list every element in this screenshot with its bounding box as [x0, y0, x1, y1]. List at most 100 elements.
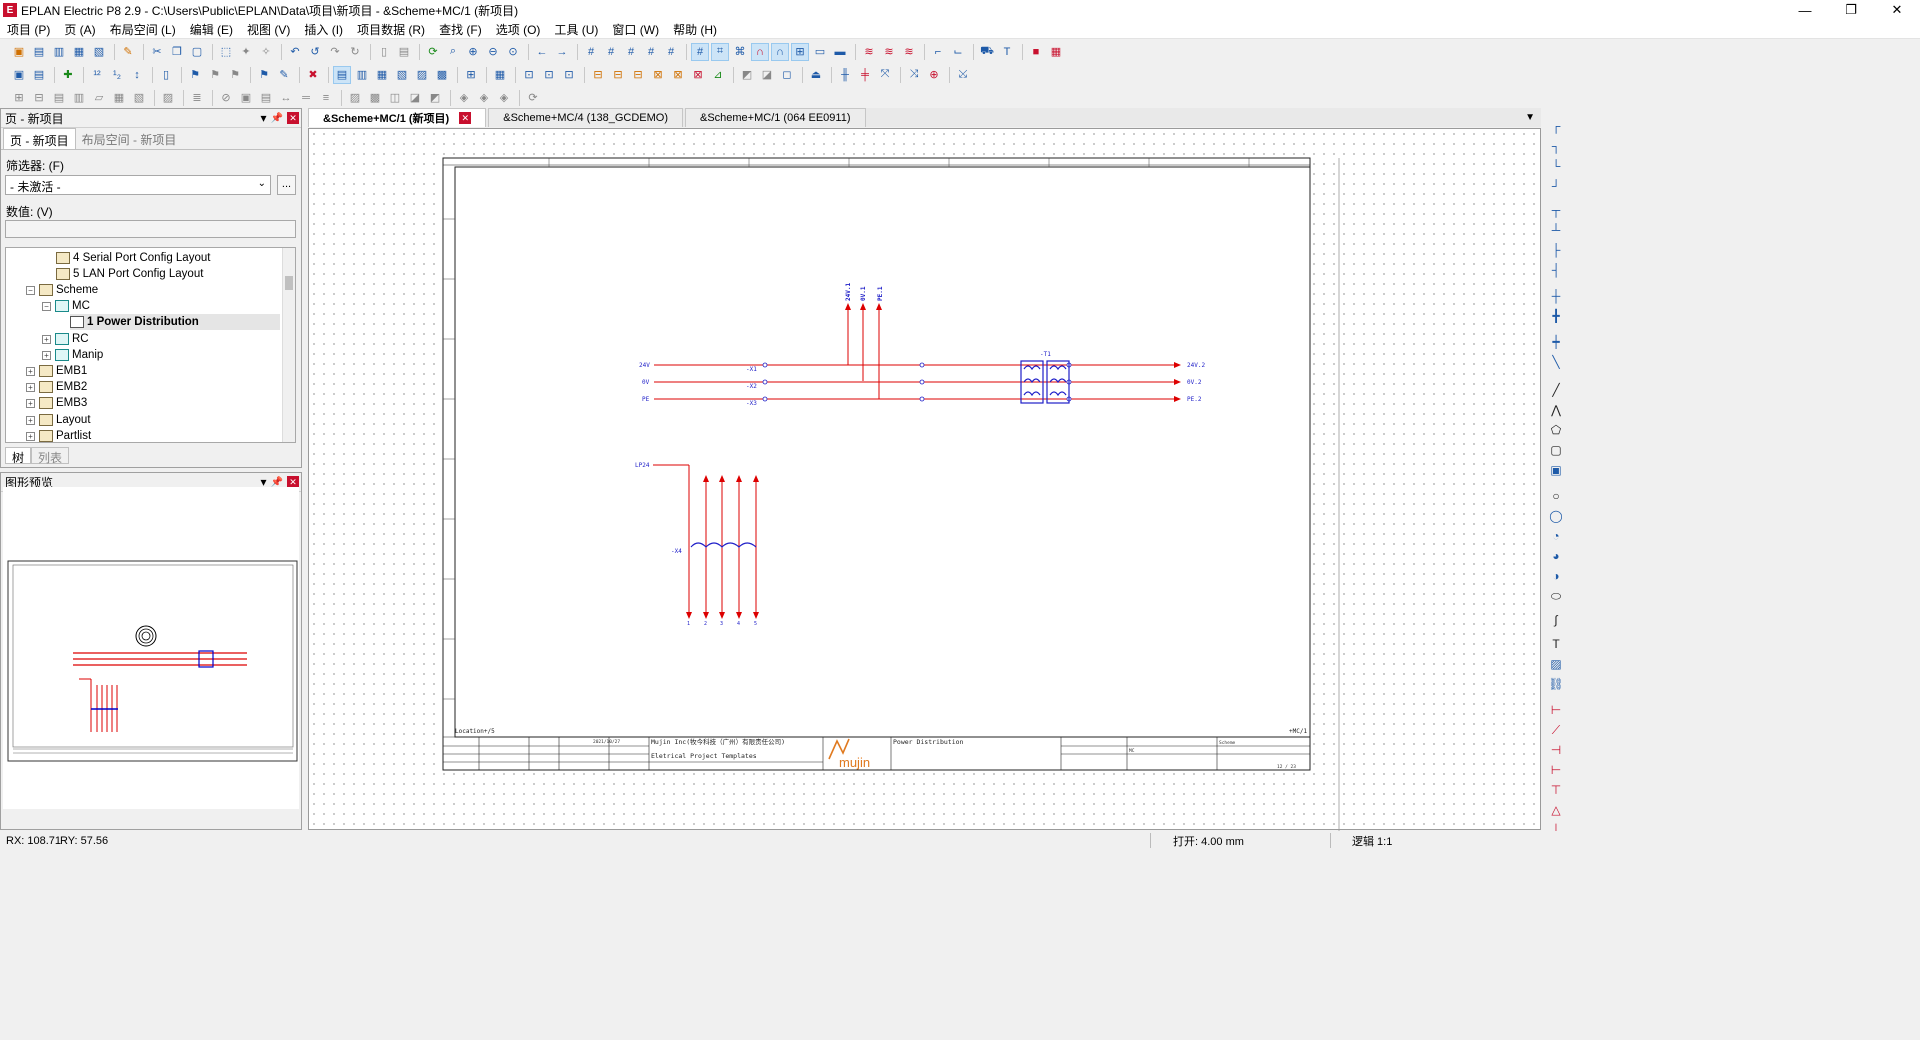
menu-project-data[interactable]: 项目数据 (R) — [350, 21, 432, 38]
doc-tab-active[interactable]: &Scheme+MC/1 (新项目) ✕ — [308, 108, 487, 127]
design-c-icon[interactable]: ◻ — [778, 66, 796, 84]
zoom-out-icon[interactable]: ⊖ — [484, 43, 502, 61]
angle-tl-icon[interactable]: ┌ — [1548, 118, 1564, 134]
dimension-c-icon[interactable]: ⊣ — [1548, 742, 1564, 758]
graphic-b-icon[interactable]: ▬ — [831, 43, 849, 61]
collapse-icon[interactable]: − — [42, 301, 51, 311]
device-b-icon[interactable]: ⊡ — [540, 66, 558, 84]
refresh-icon[interactable]: ⟳ — [424, 43, 442, 61]
design-a-icon[interactable]: ◩ — [738, 66, 756, 84]
t-node-a-icon[interactable]: ┬ — [1548, 202, 1564, 218]
spline-icon[interactable]: ∫ — [1548, 612, 1564, 628]
magnet-icon[interactable]: ∩ — [751, 42, 769, 61]
wire-c-icon[interactable]: ≋ — [900, 43, 918, 61]
polygon-icon[interactable]: ⬠ — [1548, 422, 1564, 438]
flag-d-icon[interactable]: ⚑ — [255, 66, 273, 84]
paste-icon[interactable]: ▢ — [188, 43, 206, 61]
circle-b-icon[interactable]: ◯ — [1548, 508, 1564, 524]
graphic-tool-n-icon[interactable]: ═ — [297, 89, 315, 107]
cross-node-b-icon[interactable]: ╋ — [1548, 308, 1564, 324]
arc-b-icon[interactable]: ◕ — [1548, 548, 1564, 564]
plug-a-icon[interactable]: ⊠ — [649, 66, 667, 84]
schematic-canvas[interactable]: 24V.1 0V.1 PE.1 24V 0V PE -X1 -X2 -X3 -T… — [308, 128, 1541, 831]
device-c-icon[interactable]: ⊡ — [560, 66, 578, 84]
terminal-b-icon[interactable]: ⊟ — [609, 66, 627, 84]
settings-wrench-icon[interactable]: ✎ — [119, 43, 137, 61]
graphic-tool-l-icon[interactable]: ▤ — [257, 89, 275, 107]
graphic-tool-h-icon[interactable]: ▨ — [159, 89, 177, 107]
graphic-a-icon[interactable]: ▭ — [811, 43, 829, 61]
graphic-tool-p-icon[interactable]: ▨ — [346, 89, 364, 107]
tree-item[interactable]: 4 Serial Port Config Layout — [56, 250, 210, 266]
zoom-fit-icon[interactable]: ⊙ — [504, 43, 522, 61]
graphic-tool-i-icon[interactable]: ≣ — [188, 89, 206, 107]
filter-select[interactable]: - 未激活 - ⌄ — [5, 175, 271, 195]
redo-icon[interactable]: ↷ — [326, 43, 344, 61]
cable-icon[interactable]: ⏏ — [807, 66, 825, 84]
graphic-tool-t-icon[interactable]: ◩ — [426, 89, 444, 107]
tab-pages[interactable]: 页 - 新项目 — [3, 128, 76, 149]
design-b-icon[interactable]: ◪ — [758, 66, 776, 84]
macro-a-icon[interactable]: ▣ — [10, 66, 28, 84]
zoom-window-icon[interactable]: ⌕ — [444, 43, 462, 61]
connection-d-icon[interactable]: ⤨ — [905, 66, 923, 84]
tab-list[interactable]: 列表 — [31, 447, 70, 465]
table-icon[interactable]: ▤ — [395, 43, 413, 61]
page-new-icon[interactable]: ▥ — [353, 66, 371, 84]
hyperlink-icon[interactable]: ⛓ — [1548, 676, 1564, 692]
delete-flag-icon[interactable]: ✖ — [304, 66, 322, 84]
flag-c-icon[interactable]: ⚑ — [226, 66, 244, 84]
dimension-f-icon[interactable]: △ — [1548, 802, 1564, 818]
page-export-icon[interactable]: ▩ — [433, 66, 451, 84]
graphic-tool-u-icon[interactable]: ◈ — [455, 89, 473, 107]
tab-tree[interactable]: 树 — [5, 447, 32, 465]
numbering-b-icon[interactable]: ¹₂ — [108, 66, 126, 84]
tree-item[interactable]: + EMB1 — [26, 363, 87, 379]
tree-item[interactable]: + Partlist — [26, 428, 91, 442]
tree-item[interactable]: + EMB2 — [26, 379, 87, 395]
text-icon[interactable]: T — [1548, 636, 1564, 652]
tree-item[interactable]: 5 LAN Port Config Layout — [56, 266, 203, 282]
flag-a-icon[interactable]: ⚑ — [186, 66, 204, 84]
graphic-tool-v-icon[interactable]: ◈ — [475, 89, 493, 107]
page-icon[interactable]: ▦ — [70, 43, 88, 61]
tree-item[interactable]: + RC — [42, 331, 89, 347]
plug-b-icon[interactable]: ⊠ — [669, 66, 687, 84]
edit-pen-icon[interactable]: ✎ — [275, 66, 293, 84]
filter-browse-button[interactable]: ... — [277, 175, 296, 195]
connection-c-icon[interactable]: ⤧ — [876, 66, 894, 84]
rectangle-icon[interactable]: ▢ — [1548, 442, 1564, 458]
terminal-c-icon[interactable]: ⊟ — [629, 66, 647, 84]
menu-window[interactable]: 窗口 (W) — [605, 21, 666, 38]
maximize-button[interactable]: ❐ — [1828, 0, 1874, 20]
tree-item[interactable]: + EMB3 — [26, 395, 87, 411]
page-move-icon[interactable]: ▨ — [413, 66, 431, 84]
device-a-icon[interactable]: ⊡ — [520, 66, 538, 84]
expand-icon[interactable]: + — [26, 398, 35, 408]
expand-icon[interactable]: + — [42, 350, 51, 360]
menu-page[interactable]: 页 (A) — [57, 21, 102, 38]
copy-icon[interactable]: ❐ — [168, 43, 186, 61]
properties-icon[interactable]: ▯ — [157, 66, 175, 84]
scrollbar-thumb[interactable] — [285, 276, 293, 290]
menu-help[interactable]: 帮助 (H) — [666, 21, 724, 38]
connection-e-icon[interactable]: ⊕ — [925, 66, 943, 84]
grid-c-icon[interactable]: # — [622, 43, 640, 61]
jump-b-icon[interactable]: ╲ — [1548, 354, 1564, 370]
tree-item[interactable]: + Manip — [42, 347, 103, 363]
close-panel-icon[interactable]: ✕ — [287, 112, 299, 124]
insert-image-icon[interactable]: ▨ — [1548, 656, 1564, 672]
plug-c-icon[interactable]: ⊠ — [689, 66, 707, 84]
snap-grid-icon[interactable]: ⌗ — [711, 42, 729, 61]
arc-c-icon[interactable]: ◑ — [1548, 568, 1564, 584]
select-icon[interactable]: ⬚ — [217, 43, 235, 61]
tree-scrollbar[interactable] — [282, 248, 295, 442]
flag-cn-icon[interactable]: ■ — [1027, 43, 1045, 61]
expand-icon[interactable]: + — [26, 366, 35, 376]
dimension-b-icon[interactable]: ⟋ — [1548, 722, 1564, 738]
flag-us-icon[interactable]: ▦ — [1047, 43, 1065, 61]
graphic-tool-b-icon[interactable]: ⊟ — [30, 89, 48, 107]
tree-item[interactable]: − MC — [42, 298, 90, 314]
collapse-icon[interactable]: − — [26, 285, 35, 295]
graphic-tool-c-icon[interactable]: ▤ — [50, 89, 68, 107]
